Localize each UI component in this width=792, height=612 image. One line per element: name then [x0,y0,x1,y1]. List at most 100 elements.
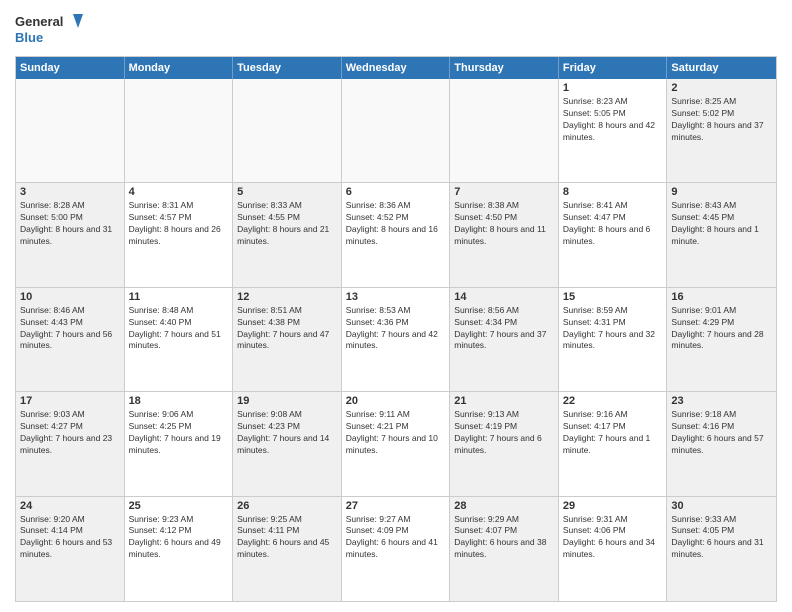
cell-info: Sunrise: 8:51 AM Sunset: 4:38 PM Dayligh… [237,305,337,353]
cell-info: Sunrise: 9:33 AM Sunset: 4:05 PM Dayligh… [671,514,772,562]
week-row-2: 3 Sunrise: 8:28 AM Sunset: 5:00 PM Daylig… [16,183,776,287]
day-num-17: 17 [20,395,120,407]
table-row [125,79,234,182]
table-row: 1 Sunrise: 8:23 AM Sunset: 5:05 PM Daylig… [559,79,668,182]
week-row-4: 17 Sunrise: 9:03 AM Sunset: 4:27 PM Dayli… [16,392,776,496]
header-friday: Friday [559,57,668,79]
day-num-16: 16 [671,291,772,303]
table-row: 4 Sunrise: 8:31 AM Sunset: 4:57 PM Daylig… [125,183,234,286]
cell-info: Sunrise: 9:08 AM Sunset: 4:23 PM Dayligh… [237,409,337,457]
table-row: 30Sunrise: 9:33 AM Sunset: 4:05 PM Dayli… [667,497,776,601]
table-row [342,79,451,182]
cell-info: Sunrise: 8:38 AM Sunset: 4:50 PM Dayligh… [454,200,554,248]
svg-text:General: General [15,14,63,29]
day-num-18: 18 [129,395,229,407]
table-row: 10Sunrise: 8:46 AM Sunset: 4:43 PM Dayli… [16,288,125,391]
day-num-26: 26 [237,500,337,512]
cell-info: Sunrise: 8:36 AM Sunset: 4:52 PM Dayligh… [346,200,446,248]
day-num-9: 9 [671,186,772,198]
table-row: 7 Sunrise: 8:38 AM Sunset: 4:50 PM Daylig… [450,183,559,286]
day-num-15: 15 [563,291,663,303]
header-thursday: Thursday [450,57,559,79]
cell-info: Sunrise: 9:31 AM Sunset: 4:06 PM Dayligh… [563,514,663,562]
day-num-14: 14 [454,291,554,303]
day-num-10: 10 [20,291,120,303]
table-row: 27 Sunrise: 9:27 AM Sunset: 4:09 PM Dayli… [342,497,451,601]
table-row: 8Sunrise: 8:41 AM Sunset: 4:47 PM Daylig… [559,183,668,286]
cell-info: Sunrise: 8:48 AM Sunset: 4:40 PM Dayligh… [129,305,229,353]
header: General Blue [15,10,777,48]
day-num-23: 23 [671,395,772,407]
table-row: 23 Sunrise: 9:18 AM Sunset: 4:16 PM Dayli… [667,392,776,495]
cell-info: Sunrise: 8:31 AM Sunset: 4:57 PM Dayligh… [129,200,229,248]
table-row: 28Sunrise: 9:29 AM Sunset: 4:07 PM Dayli… [450,497,559,601]
cell-info: Sunrise: 9:16 AM Sunset: 4:17 PM Dayligh… [563,409,663,457]
cell-info: Sunrise: 9:18 AM Sunset: 4:16 PM Dayligh… [671,409,772,457]
day-num-4: 4 [129,186,229,198]
week-row-1: 1 Sunrise: 8:23 AM Sunset: 5:05 PM Daylig… [16,79,776,183]
calendar-body: 1 Sunrise: 8:23 AM Sunset: 5:05 PM Daylig… [16,79,776,601]
page: General Blue SundayMondayTuesdayWednesda… [0,0,792,612]
table-row: 29 Sunrise: 9:31 AM Sunset: 4:06 PM Dayli… [559,497,668,601]
table-row: 20 Sunrise: 9:11 AM Sunset: 4:21 PM Dayli… [342,392,451,495]
day-num-12: 12 [237,291,337,303]
table-row: 6 Sunrise: 8:36 AM Sunset: 4:52 PM Daylig… [342,183,451,286]
logo-svg: General Blue [15,10,85,48]
header-monday: Monday [125,57,234,79]
cell-info: Sunrise: 9:03 AM Sunset: 4:27 PM Dayligh… [20,409,120,457]
cell-info: Sunrise: 9:13 AM Sunset: 4:19 PM Dayligh… [454,409,554,457]
day-num-6: 6 [346,186,446,198]
day-num-25: 25 [129,500,229,512]
cell-info: Sunrise: 8:53 AM Sunset: 4:36 PM Dayligh… [346,305,446,353]
day-num-5: 5 [237,186,337,198]
table-row: 16Sunrise: 9:01 AM Sunset: 4:29 PM Dayli… [667,288,776,391]
day-num-7: 7 [454,186,554,198]
table-row: 5 Sunrise: 8:33 AM Sunset: 4:55 PM Daylig… [233,183,342,286]
table-row: 17 Sunrise: 9:03 AM Sunset: 4:27 PM Dayli… [16,392,125,495]
table-row [233,79,342,182]
cell-info: Sunrise: 9:06 AM Sunset: 4:25 PM Dayligh… [129,409,229,457]
table-row: 18 Sunrise: 9:06 AM Sunset: 4:25 PM Dayli… [125,392,234,495]
table-row: 21Sunrise: 9:13 AM Sunset: 4:19 PM Dayli… [450,392,559,495]
table-row: 15 Sunrise: 8:59 AM Sunset: 4:31 PM Dayli… [559,288,668,391]
table-row [16,79,125,182]
cell-info: Sunrise: 9:20 AM Sunset: 4:14 PM Dayligh… [20,514,120,562]
cell-info: Sunrise: 8:43 AM Sunset: 4:45 PM Dayligh… [671,200,772,248]
header-sunday: Sunday [16,57,125,79]
day-num-29: 29 [563,500,663,512]
table-row [450,79,559,182]
header-wednesday: Wednesday [342,57,451,79]
day-num-1: 1 [563,82,663,94]
table-row: 24 Sunrise: 9:20 AM Sunset: 4:14 PM Dayli… [16,497,125,601]
cell-info: Sunrise: 8:59 AM Sunset: 4:31 PM Dayligh… [563,305,663,353]
cell-info: Sunrise: 9:25 AM Sunset: 4:11 PM Dayligh… [237,514,337,562]
day-num-11: 11 [129,291,229,303]
table-row: 13 Sunrise: 8:53 AM Sunset: 4:36 PM Dayli… [342,288,451,391]
day-num-19: 19 [237,395,337,407]
cell-info: Sunrise: 8:25 AM Sunset: 5:02 PM Dayligh… [671,96,772,144]
day-num-20: 20 [346,395,446,407]
day-num-3: 3 [20,186,120,198]
cell-info: Sunrise: 9:11 AM Sunset: 4:21 PM Dayligh… [346,409,446,457]
cell-info: Sunrise: 8:33 AM Sunset: 4:55 PM Dayligh… [237,200,337,248]
cell-info: Sunrise: 8:28 AM Sunset: 5:00 PM Dayligh… [20,200,120,248]
day-num-2: 2 [671,82,772,94]
cell-info: Sunrise: 8:56 AM Sunset: 4:34 PM Dayligh… [454,305,554,353]
cell-info: Sunrise: 9:23 AM Sunset: 4:12 PM Dayligh… [129,514,229,562]
table-row: 19 Sunrise: 9:08 AM Sunset: 4:23 PM Dayli… [233,392,342,495]
day-num-28: 28 [454,500,554,512]
table-row: 12 Sunrise: 8:51 AM Sunset: 4:38 PM Dayli… [233,288,342,391]
svg-text:Blue: Blue [15,30,43,45]
week-row-3: 10Sunrise: 8:46 AM Sunset: 4:43 PM Dayli… [16,288,776,392]
logo: General Blue [15,10,85,48]
table-row: 3 Sunrise: 8:28 AM Sunset: 5:00 PM Daylig… [16,183,125,286]
table-row: 22 Sunrise: 9:16 AM Sunset: 4:17 PM Dayli… [559,392,668,495]
day-num-22: 22 [563,395,663,407]
calendar: SundayMondayTuesdayWednesdayThursdayFrid… [15,56,777,602]
day-num-13: 13 [346,291,446,303]
calendar-header: SundayMondayTuesdayWednesdayThursdayFrid… [16,57,776,79]
day-num-24: 24 [20,500,120,512]
day-num-27: 27 [346,500,446,512]
cell-info: Sunrise: 9:27 AM Sunset: 4:09 PM Dayligh… [346,514,446,562]
cell-info: Sunrise: 8:23 AM Sunset: 5:05 PM Dayligh… [563,96,663,144]
